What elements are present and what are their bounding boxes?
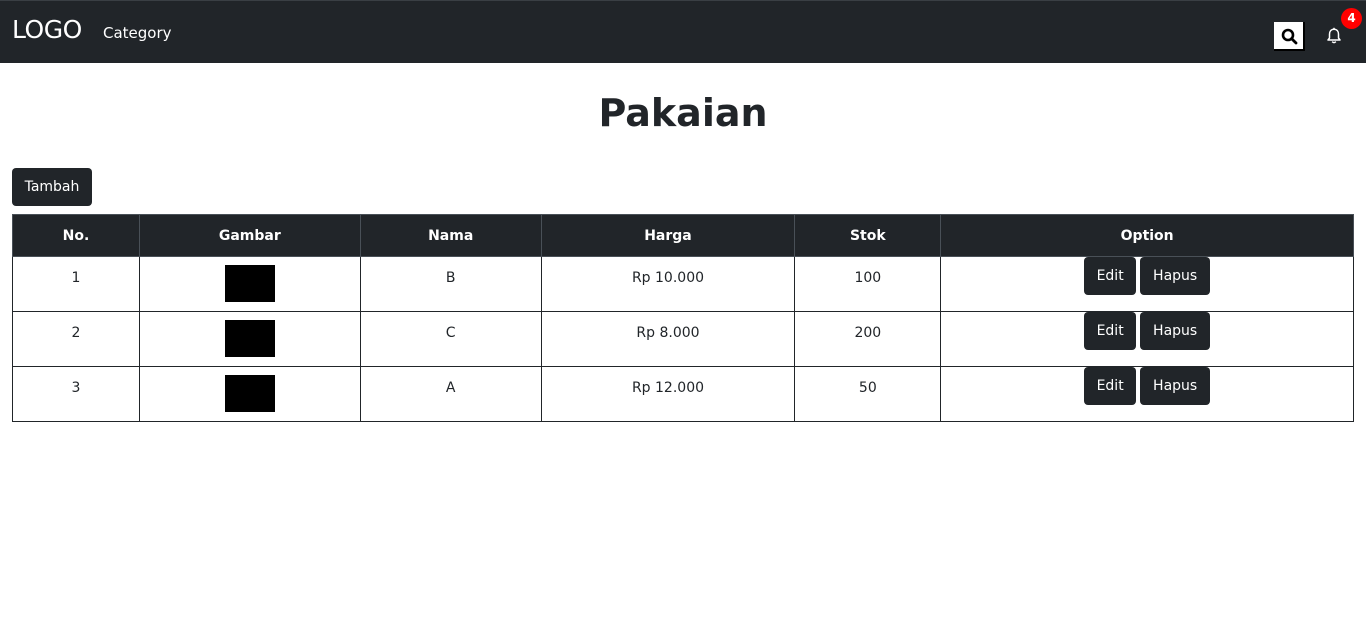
- table-row: 1 B Rp 10.000 100 Edit Hapus: [12, 256, 1354, 312]
- table-row: 3 A Rp 12.000 50 Edit Hapus: [12, 366, 1354, 422]
- edit-button[interactable]: Edit: [1084, 312, 1137, 350]
- product-price: Rp 10.000: [631, 270, 705, 286]
- delete-button[interactable]: Hapus: [1140, 257, 1211, 295]
- products-table: No. Gambar Nama Harga Stok Option 1 B Rp…: [12, 214, 1354, 422]
- header-harga: Harga: [540, 214, 796, 257]
- product-name: B: [445, 270, 456, 286]
- edit-button[interactable]: Edit: [1084, 367, 1137, 405]
- cell-nama: A: [359, 366, 542, 422]
- cell-harga: Rp 10.000: [540, 256, 796, 312]
- add-button[interactable]: Tambah: [12, 168, 92, 206]
- row-number: 2: [71, 325, 81, 341]
- search-button[interactable]: [1274, 22, 1305, 51]
- header-no: No.: [12, 214, 140, 257]
- bell-icon[interactable]: [1325, 27, 1343, 45]
- nav-link-category[interactable]: Category: [103, 23, 172, 43]
- navbar: LOGO Category 4: [0, 0, 1366, 63]
- delete-button[interactable]: Hapus: [1140, 367, 1211, 405]
- cell-no: 3: [12, 366, 140, 422]
- cell-stok: 100: [794, 256, 942, 312]
- cell-no: 1: [12, 256, 140, 312]
- cell-gambar: [138, 366, 361, 422]
- product-stock: 100: [854, 270, 882, 286]
- search-icon: [1281, 28, 1298, 45]
- logo[interactable]: LOGO: [12, 15, 82, 45]
- cell-option: Edit Hapus: [940, 366, 1354, 422]
- page-title: Pakaian: [598, 91, 768, 135]
- cell-nama: B: [359, 256, 542, 312]
- product-stock: 50: [858, 380, 877, 396]
- product-image: [224, 265, 275, 302]
- header-gambar: Gambar: [138, 214, 361, 257]
- cell-gambar: [138, 256, 361, 312]
- cell-stok: 200: [794, 311, 942, 367]
- cell-harga: Rp 12.000: [540, 366, 796, 422]
- product-name: C: [445, 325, 456, 341]
- cell-no: 2: [12, 311, 140, 367]
- header-stok: Stok: [794, 214, 942, 257]
- cell-option: Edit Hapus: [940, 311, 1354, 367]
- product-name: A: [445, 380, 456, 396]
- row-number: 3: [71, 380, 81, 396]
- product-stock: 200: [854, 325, 882, 341]
- delete-button[interactable]: Hapus: [1140, 312, 1211, 350]
- product-price: Rp 8.000: [636, 325, 700, 341]
- product-image: [224, 375, 275, 412]
- edit-button[interactable]: Edit: [1084, 257, 1137, 295]
- product-image: [224, 320, 275, 357]
- notification-badge: 4: [1341, 8, 1362, 29]
- cell-option: Edit Hapus: [940, 256, 1354, 312]
- table-header-row: No. Gambar Nama Harga Stok Option: [12, 214, 1354, 257]
- cell-harga: Rp 8.000: [540, 311, 796, 367]
- product-price: Rp 12.000: [631, 380, 705, 396]
- cell-nama: C: [359, 311, 542, 367]
- cell-gambar: [138, 311, 361, 367]
- row-number: 1: [71, 270, 81, 286]
- table-row: 2 C Rp 8.000 200 Edit Hapus: [12, 311, 1354, 367]
- header-nama: Nama: [359, 214, 542, 257]
- header-option: Option: [940, 214, 1354, 257]
- cell-stok: 50: [794, 366, 942, 422]
